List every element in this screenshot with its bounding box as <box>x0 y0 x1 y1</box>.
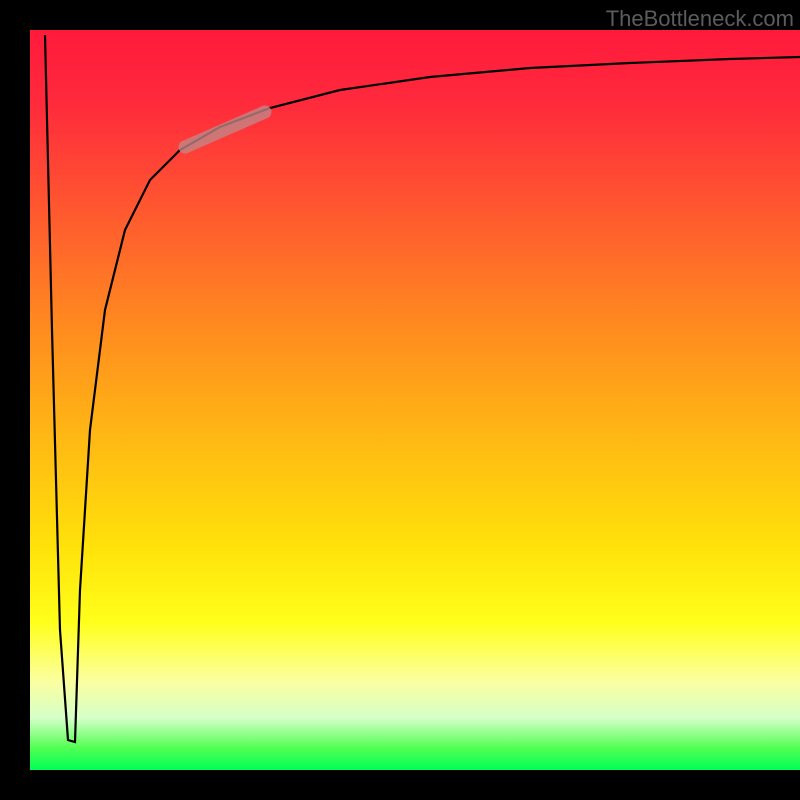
chart-container: TheBottleneck.com <box>0 0 800 800</box>
plot-area <box>30 30 800 770</box>
bottleneck-curve <box>30 30 800 770</box>
attribution-text: TheBottleneck.com <box>606 6 794 32</box>
